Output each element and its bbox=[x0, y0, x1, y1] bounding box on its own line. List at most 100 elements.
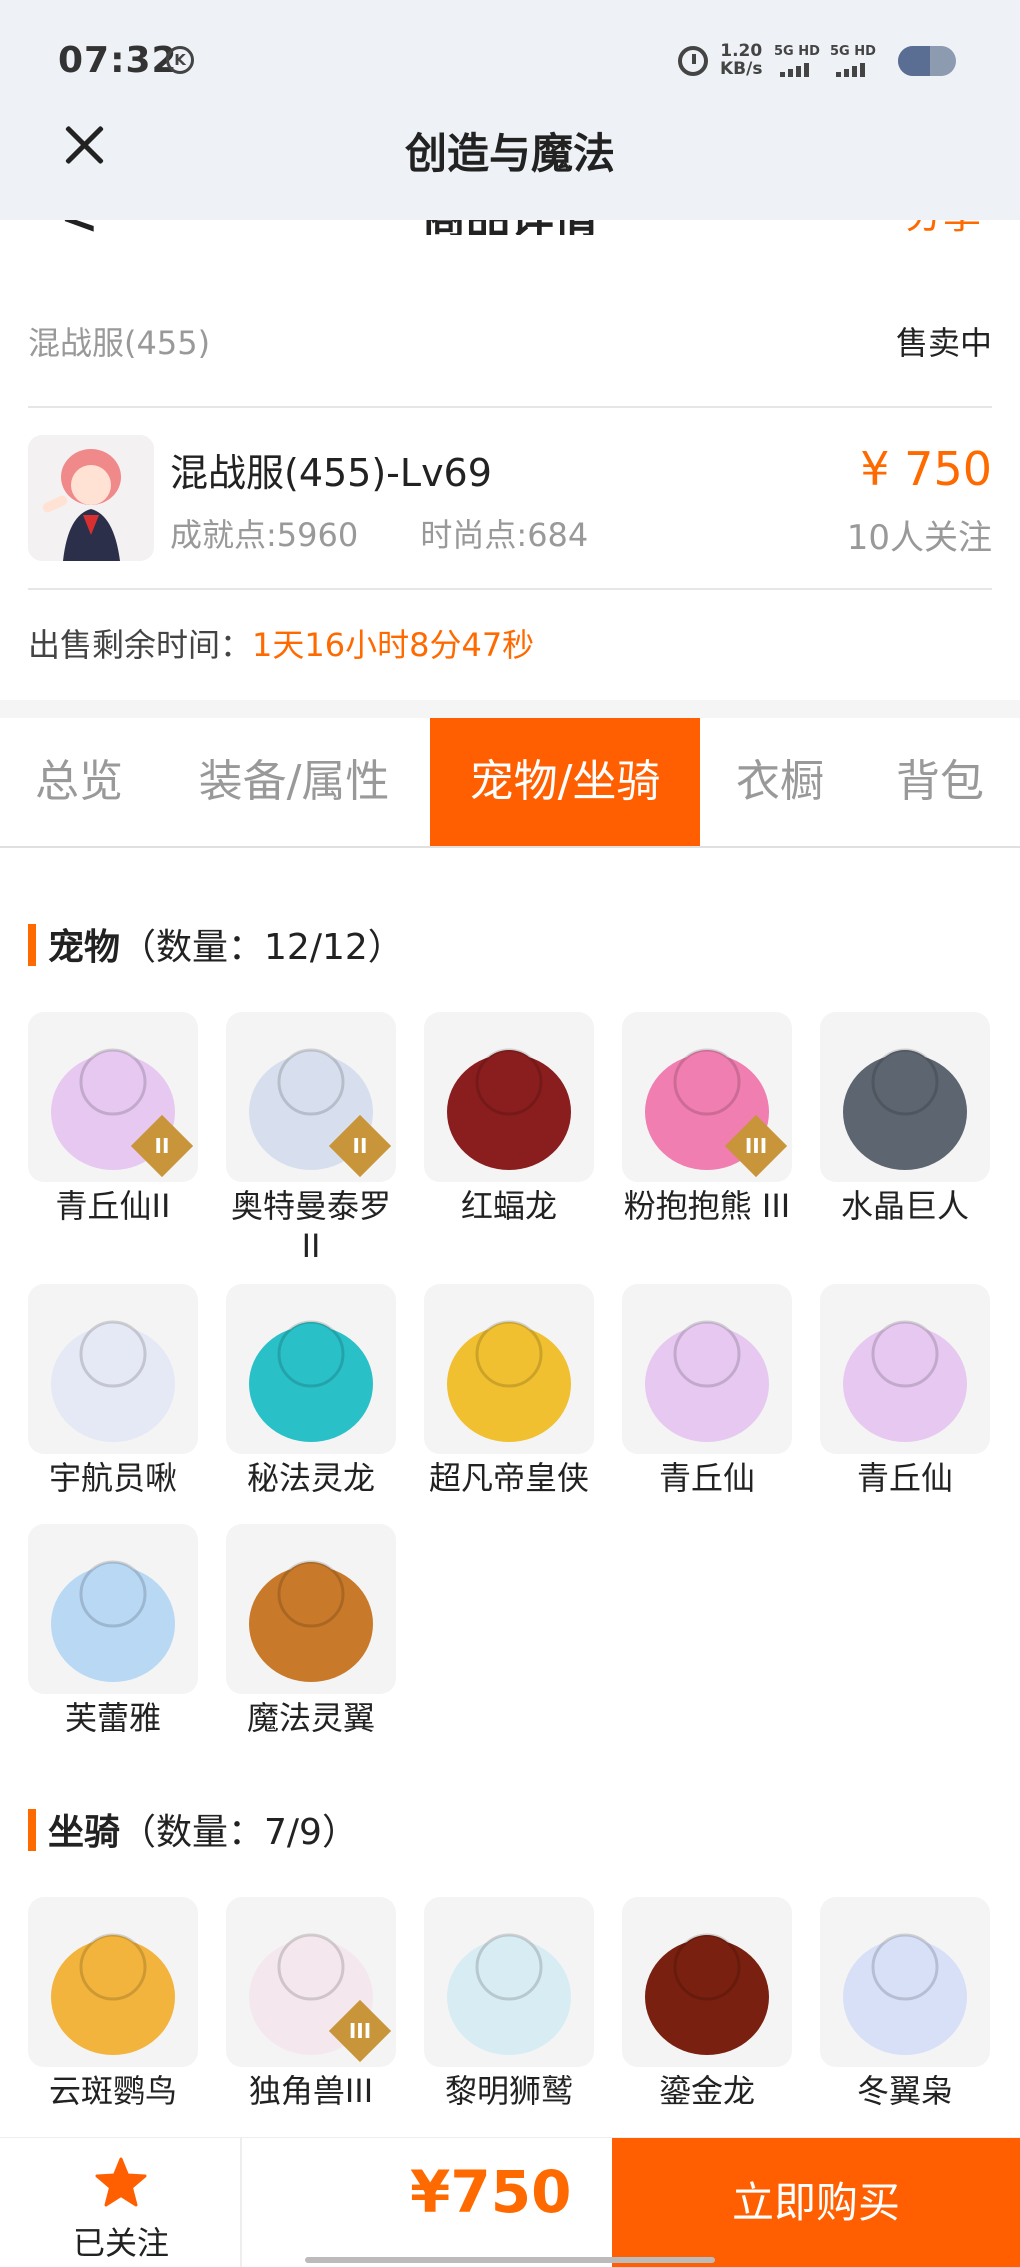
item-stats: 成就点:5960 时尚点:684 bbox=[170, 510, 640, 556]
pet-item[interactable]: 青丘仙 bbox=[622, 1284, 792, 1498]
k-badge-icon: K bbox=[166, 46, 194, 74]
pets-title: 宠物 bbox=[48, 927, 121, 968]
signal-sim2-icon: 5G HD bbox=[830, 44, 876, 77]
mount-name: 黎明狮鹫 bbox=[444, 2072, 573, 2110]
mount-thumbnail bbox=[622, 1897, 792, 2067]
pet-name: 宇航员啾 bbox=[48, 1459, 177, 1497]
mount-thumbnail bbox=[424, 1897, 594, 2067]
network-speed: 1.20 KB/s bbox=[720, 42, 762, 78]
pet-item[interactable]: 青丘仙 bbox=[820, 1284, 990, 1498]
followers-count: 10人关注 bbox=[846, 518, 992, 558]
buy-now-button[interactable]: 立即购买 bbox=[612, 2138, 1020, 2267]
pet-item[interactable]: 魔法灵翼 bbox=[226, 1524, 396, 1738]
sale-timer: 出售剩余时间：1天16小时8分47秒 bbox=[28, 620, 534, 666]
battery-icon bbox=[898, 46, 956, 76]
bottom-action-bar: 已关注 ¥750 立即购买 bbox=[0, 2137, 1020, 2267]
alarm-icon bbox=[678, 46, 708, 76]
bottom-price: ¥750 bbox=[410, 2158, 572, 2226]
network-speed-value: 1.20 bbox=[720, 41, 763, 61]
pet-name: 粉抱抱熊 III bbox=[623, 1187, 791, 1225]
sale-timer-label: 出售剩余时间： bbox=[28, 626, 253, 664]
section-accent-bar bbox=[28, 1809, 36, 1851]
pet-item[interactable]: 红蝠龙 bbox=[424, 1012, 594, 1226]
pet-tier-label: II bbox=[154, 1134, 170, 1158]
tab-wardrobe[interactable]: 衣橱 bbox=[720, 718, 840, 846]
mount-thumbnail bbox=[28, 1897, 198, 2067]
mount-thumbnail bbox=[820, 1897, 990, 2067]
mount-item[interactable]: 黎明狮鹫 bbox=[424, 1897, 594, 2111]
pet-name: 芙蕾雅 bbox=[64, 1699, 161, 1737]
network-speed-unit: KB/s bbox=[720, 59, 763, 79]
mounts-section-title: 坐骑（数量：7/9） bbox=[28, 1803, 358, 1855]
pet-thumbnail bbox=[28, 1284, 198, 1454]
pets-section-title: 宠物（数量：12/12） bbox=[28, 918, 404, 970]
pet-thumbnail bbox=[820, 1284, 990, 1454]
mount-item[interactable]: 冬翼枭 bbox=[820, 1897, 990, 2111]
mount-item[interactable]: 鎏金龙 bbox=[622, 1897, 792, 2111]
mounts-title: 坐骑 bbox=[48, 1812, 121, 1853]
pet-item[interactable]: II 青丘仙II bbox=[28, 1012, 198, 1226]
pet-name: 青丘仙 bbox=[658, 1459, 755, 1497]
mount-name: 独角兽III bbox=[248, 2072, 374, 2110]
pet-thumbnail bbox=[226, 1284, 396, 1454]
achievement-points: 成就点:5960 bbox=[170, 516, 359, 554]
item-card: 混战服(455)-Lv69 成就点:5960 时尚点:684 ¥ 750 10人… bbox=[28, 410, 992, 590]
item-title: 混战服(455)-Lv69 bbox=[170, 451, 492, 495]
mount-name: 冬翼枭 bbox=[856, 2072, 953, 2110]
section-accent-bar bbox=[28, 924, 36, 966]
pet-name: 水晶巨人 bbox=[840, 1187, 969, 1225]
top-bar: 07:32 K 1.20 KB/s 5G HD 5G HD 创造与魔法 bbox=[0, 0, 1020, 220]
item-price: ¥ 750 bbox=[860, 442, 992, 496]
pet-item[interactable]: III 粉抱抱熊 III bbox=[622, 1012, 792, 1226]
pet-name: 魔法灵翼 bbox=[246, 1699, 375, 1737]
pet-tier-label: II bbox=[352, 1134, 368, 1158]
pets-count: （数量：12/12） bbox=[120, 927, 404, 968]
tab-equipment[interactable]: 装备/属性 bbox=[180, 718, 408, 846]
server-row: 混战服(455) 售卖中 bbox=[28, 318, 992, 408]
pet-thumbnail: II bbox=[28, 1012, 198, 1182]
sale-timer-value: 1天16小时8分47秒 bbox=[252, 626, 535, 664]
tab-bar: 总览 装备/属性 宠物/坐骑 衣橱 背包 bbox=[0, 718, 1020, 848]
pet-thumbnail bbox=[28, 1524, 198, 1694]
pet-item[interactable]: 秘法灵龙 bbox=[226, 1284, 396, 1498]
mount-name: 云斑鹦鸟 bbox=[48, 2072, 177, 2110]
tab-pets-mounts[interactable]: 宠物/坐骑 bbox=[430, 718, 700, 846]
tab-overview[interactable]: 总览 bbox=[0, 718, 158, 846]
pet-name: 超凡帝皇侠 bbox=[428, 1459, 589, 1497]
pet-item[interactable]: 芙蕾雅 bbox=[28, 1524, 198, 1738]
pet-name: 奥特曼泰罗II bbox=[230, 1187, 391, 1265]
mount-name: 鎏金龙 bbox=[658, 2072, 755, 2110]
status-time: 07:32 bbox=[58, 40, 178, 81]
sim2-label: 5G HD bbox=[830, 44, 876, 59]
section-divider bbox=[0, 700, 1020, 720]
pet-name: 青丘仙 bbox=[856, 1459, 953, 1497]
pet-thumbnail bbox=[622, 1284, 792, 1454]
pet-item[interactable]: II 奥特曼泰罗II bbox=[226, 1012, 396, 1266]
sim1-label: 5G HD bbox=[774, 44, 820, 59]
server-name: 混战服(455) bbox=[28, 324, 211, 362]
pet-item[interactable]: 水晶巨人 bbox=[820, 1012, 990, 1226]
mount-item[interactable]: 云斑鹦鸟 bbox=[28, 1897, 198, 2111]
pet-item[interactable]: 超凡帝皇侠 bbox=[424, 1284, 594, 1498]
pet-item[interactable]: 宇航员啾 bbox=[28, 1284, 198, 1498]
mount-thumbnail: III bbox=[226, 1897, 396, 2067]
follow-button[interactable]: 已关注 bbox=[0, 2138, 242, 2267]
pet-thumbnail bbox=[424, 1284, 594, 1454]
mount-item[interactable]: III 独角兽III bbox=[226, 1897, 396, 2111]
star-icon bbox=[95, 2157, 147, 2207]
pet-thumbnail bbox=[820, 1012, 990, 1182]
pet-name: 红蝠龙 bbox=[460, 1187, 557, 1225]
pet-thumbnail: II bbox=[226, 1012, 396, 1182]
character-avatar bbox=[28, 435, 154, 561]
pet-thumbnail: III bbox=[622, 1012, 792, 1182]
mounts-count: （数量：7/9） bbox=[120, 1812, 358, 1853]
home-indicator bbox=[305, 2257, 715, 2263]
pet-name: 秘法灵龙 bbox=[246, 1459, 375, 1497]
pet-name: 青丘仙II bbox=[55, 1187, 171, 1225]
fashion-points: 时尚点:684 bbox=[420, 516, 589, 554]
pet-thumbnail bbox=[226, 1524, 396, 1694]
signal-sim1-icon: 5G HD bbox=[774, 44, 820, 77]
follow-label: 已关注 bbox=[72, 2224, 169, 2262]
tab-backpack[interactable]: 背包 bbox=[870, 718, 1010, 846]
pet-thumbnail bbox=[424, 1012, 594, 1182]
